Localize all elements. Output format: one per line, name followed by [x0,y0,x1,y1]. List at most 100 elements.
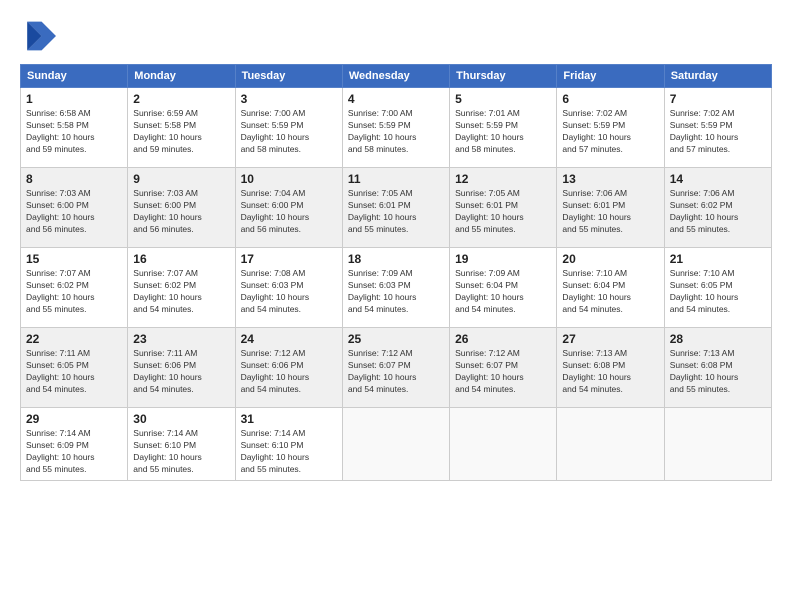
day-number: 14 [670,172,766,186]
day-cell: 19Sunrise: 7:09 AM Sunset: 6:04 PM Dayli… [450,248,557,328]
day-info: Sunrise: 7:00 AM Sunset: 5:59 PM Dayligh… [348,108,444,156]
day-number: 15 [26,252,122,266]
day-info: Sunrise: 7:13 AM Sunset: 6:08 PM Dayligh… [670,348,766,396]
day-cell: 30Sunrise: 7:14 AM Sunset: 6:10 PM Dayli… [128,408,235,481]
day-of-week-wednesday: Wednesday [342,65,449,88]
day-info: Sunrise: 7:04 AM Sunset: 6:00 PM Dayligh… [241,188,337,236]
header [20,18,772,54]
week-row-1: 1Sunrise: 6:58 AM Sunset: 5:58 PM Daylig… [21,88,772,168]
day-cell: 8 Sunrise: 7:03 AM Sunset: 6:00 PM Daylig… [21,168,128,248]
day-number: 12 [455,172,551,186]
day-info: Sunrise: 7:02 AM Sunset: 5:59 PM Dayligh… [562,108,658,156]
day-info: Sunrise: 7:14 AM Sunset: 6:10 PM Dayligh… [241,428,337,476]
day-cell: 5Sunrise: 7:01 AM Sunset: 5:59 PM Daylig… [450,88,557,168]
header-row: SundayMondayTuesdayWednesdayThursdayFrid… [21,65,772,88]
day-cell: 16Sunrise: 7:07 AM Sunset: 6:02 PM Dayli… [128,248,235,328]
day-cell [342,408,449,481]
day-number: 18 [348,252,444,266]
day-cell: 25 Sunrise: 7:12 AM Sunset: 6:07 PM Dayli… [342,328,449,408]
day-number: 6 [562,92,658,106]
day-info: Sunrise: 7:14 AM Sunset: 6:10 PM Dayligh… [133,428,229,476]
day-number: 29 [26,412,122,426]
day-info: Sunrise: 7:05 AM Sunset: 6:01 PM Dayligh… [348,188,444,236]
day-cell: 13Sunrise: 7:06 AM Sunset: 6:01 PM Dayli… [557,168,664,248]
day-number: 31 [241,412,337,426]
day-info: Sunrise: 7:07 AM Sunset: 6:02 PM Dayligh… [26,268,122,316]
day-cell: 3 Sunrise: 7:00 AM Sunset: 5:59 PM Daylig… [235,88,342,168]
day-cell [557,408,664,481]
day-number: 24 [241,332,337,346]
logo [20,18,60,54]
day-number: 26 [455,332,551,346]
day-cell: 22Sunrise: 7:11 AM Sunset: 6:05 PM Dayli… [21,328,128,408]
calendar-body: 1Sunrise: 6:58 AM Sunset: 5:58 PM Daylig… [21,88,772,481]
day-number: 9 [133,172,229,186]
day-of-week-thursday: Thursday [450,65,557,88]
day-of-week-tuesday: Tuesday [235,65,342,88]
day-cell: 2 Sunrise: 6:59 AM Sunset: 5:58 PM Daylig… [128,88,235,168]
day-cell: 29 Sunrise: 7:14 AM Sunset: 6:09 PM Dayli… [21,408,128,481]
day-info: Sunrise: 7:10 AM Sunset: 6:05 PM Dayligh… [670,268,766,316]
week-row-5: 29 Sunrise: 7:14 AM Sunset: 6:09 PM Dayli… [21,408,772,481]
day-number: 27 [562,332,658,346]
day-info: Sunrise: 7:00 AM Sunset: 5:59 PM Dayligh… [241,108,337,156]
day-number: 20 [562,252,658,266]
day-info: Sunrise: 6:58 AM Sunset: 5:58 PM Dayligh… [26,108,122,156]
week-row-4: 22Sunrise: 7:11 AM Sunset: 6:05 PM Dayli… [21,328,772,408]
day-number: 4 [348,92,444,106]
day-info: Sunrise: 7:09 AM Sunset: 6:03 PM Dayligh… [348,268,444,316]
day-info: Sunrise: 7:02 AM Sunset: 5:59 PM Dayligh… [670,108,766,156]
day-number: 23 [133,332,229,346]
day-of-week-saturday: Saturday [664,65,771,88]
day-number: 25 [348,332,444,346]
day-number: 17 [241,252,337,266]
day-cell: 12 Sunrise: 7:05 AM Sunset: 6:01 PM Dayli… [450,168,557,248]
day-cell [450,408,557,481]
day-info: Sunrise: 7:06 AM Sunset: 6:02 PM Dayligh… [670,188,766,236]
week-row-2: 8 Sunrise: 7:03 AM Sunset: 6:00 PM Daylig… [21,168,772,248]
calendar: SundayMondayTuesdayWednesdayThursdayFrid… [20,64,772,481]
day-number: 2 [133,92,229,106]
day-number: 11 [348,172,444,186]
calendar-header: SundayMondayTuesdayWednesdayThursdayFrid… [21,65,772,88]
day-number: 19 [455,252,551,266]
day-info: Sunrise: 7:13 AM Sunset: 6:08 PM Dayligh… [562,348,658,396]
day-cell: 14 Sunrise: 7:06 AM Sunset: 6:02 PM Dayli… [664,168,771,248]
day-info: Sunrise: 7:07 AM Sunset: 6:02 PM Dayligh… [133,268,229,316]
week-row-3: 15 Sunrise: 7:07 AM Sunset: 6:02 PM Dayli… [21,248,772,328]
day-info: Sunrise: 7:10 AM Sunset: 6:04 PM Dayligh… [562,268,658,316]
day-cell: 28 Sunrise: 7:13 AM Sunset: 6:08 PM Dayli… [664,328,771,408]
logo-icon [20,18,56,54]
day-info: Sunrise: 7:08 AM Sunset: 6:03 PM Dayligh… [241,268,337,316]
day-info: Sunrise: 7:11 AM Sunset: 6:06 PM Dayligh… [133,348,229,396]
day-cell: 1Sunrise: 6:58 AM Sunset: 5:58 PM Daylig… [21,88,128,168]
day-number: 3 [241,92,337,106]
day-info: Sunrise: 7:12 AM Sunset: 6:07 PM Dayligh… [455,348,551,396]
day-info: Sunrise: 7:03 AM Sunset: 6:00 PM Dayligh… [133,188,229,236]
day-cell [664,408,771,481]
day-cell: 10Sunrise: 7:04 AM Sunset: 6:00 PM Dayli… [235,168,342,248]
day-cell: 9 Sunrise: 7:03 AM Sunset: 6:00 PM Daylig… [128,168,235,248]
day-of-week-friday: Friday [557,65,664,88]
day-cell: 26 Sunrise: 7:12 AM Sunset: 6:07 PM Dayli… [450,328,557,408]
day-number: 28 [670,332,766,346]
day-cell: 15 Sunrise: 7:07 AM Sunset: 6:02 PM Dayli… [21,248,128,328]
day-cell: 11 Sunrise: 7:05 AM Sunset: 6:01 PM Dayli… [342,168,449,248]
day-number: 8 [26,172,122,186]
day-info: Sunrise: 7:03 AM Sunset: 6:00 PM Dayligh… [26,188,122,236]
day-number: 21 [670,252,766,266]
day-cell: 17 Sunrise: 7:08 AM Sunset: 6:03 PM Dayli… [235,248,342,328]
day-info: Sunrise: 6:59 AM Sunset: 5:58 PM Dayligh… [133,108,229,156]
day-cell: 6 Sunrise: 7:02 AM Sunset: 5:59 PM Daylig… [557,88,664,168]
day-cell: 24 Sunrise: 7:12 AM Sunset: 6:06 PM Dayli… [235,328,342,408]
day-info: Sunrise: 7:12 AM Sunset: 6:06 PM Dayligh… [241,348,337,396]
day-info: Sunrise: 7:06 AM Sunset: 6:01 PM Dayligh… [562,188,658,236]
day-of-week-monday: Monday [128,65,235,88]
day-number: 7 [670,92,766,106]
day-info: Sunrise: 7:05 AM Sunset: 6:01 PM Dayligh… [455,188,551,236]
day-info: Sunrise: 7:12 AM Sunset: 6:07 PM Dayligh… [348,348,444,396]
day-info: Sunrise: 7:14 AM Sunset: 6:09 PM Dayligh… [26,428,122,476]
day-cell: 4 Sunrise: 7:00 AM Sunset: 5:59 PM Daylig… [342,88,449,168]
day-cell: 21 Sunrise: 7:10 AM Sunset: 6:05 PM Dayli… [664,248,771,328]
day-number: 5 [455,92,551,106]
